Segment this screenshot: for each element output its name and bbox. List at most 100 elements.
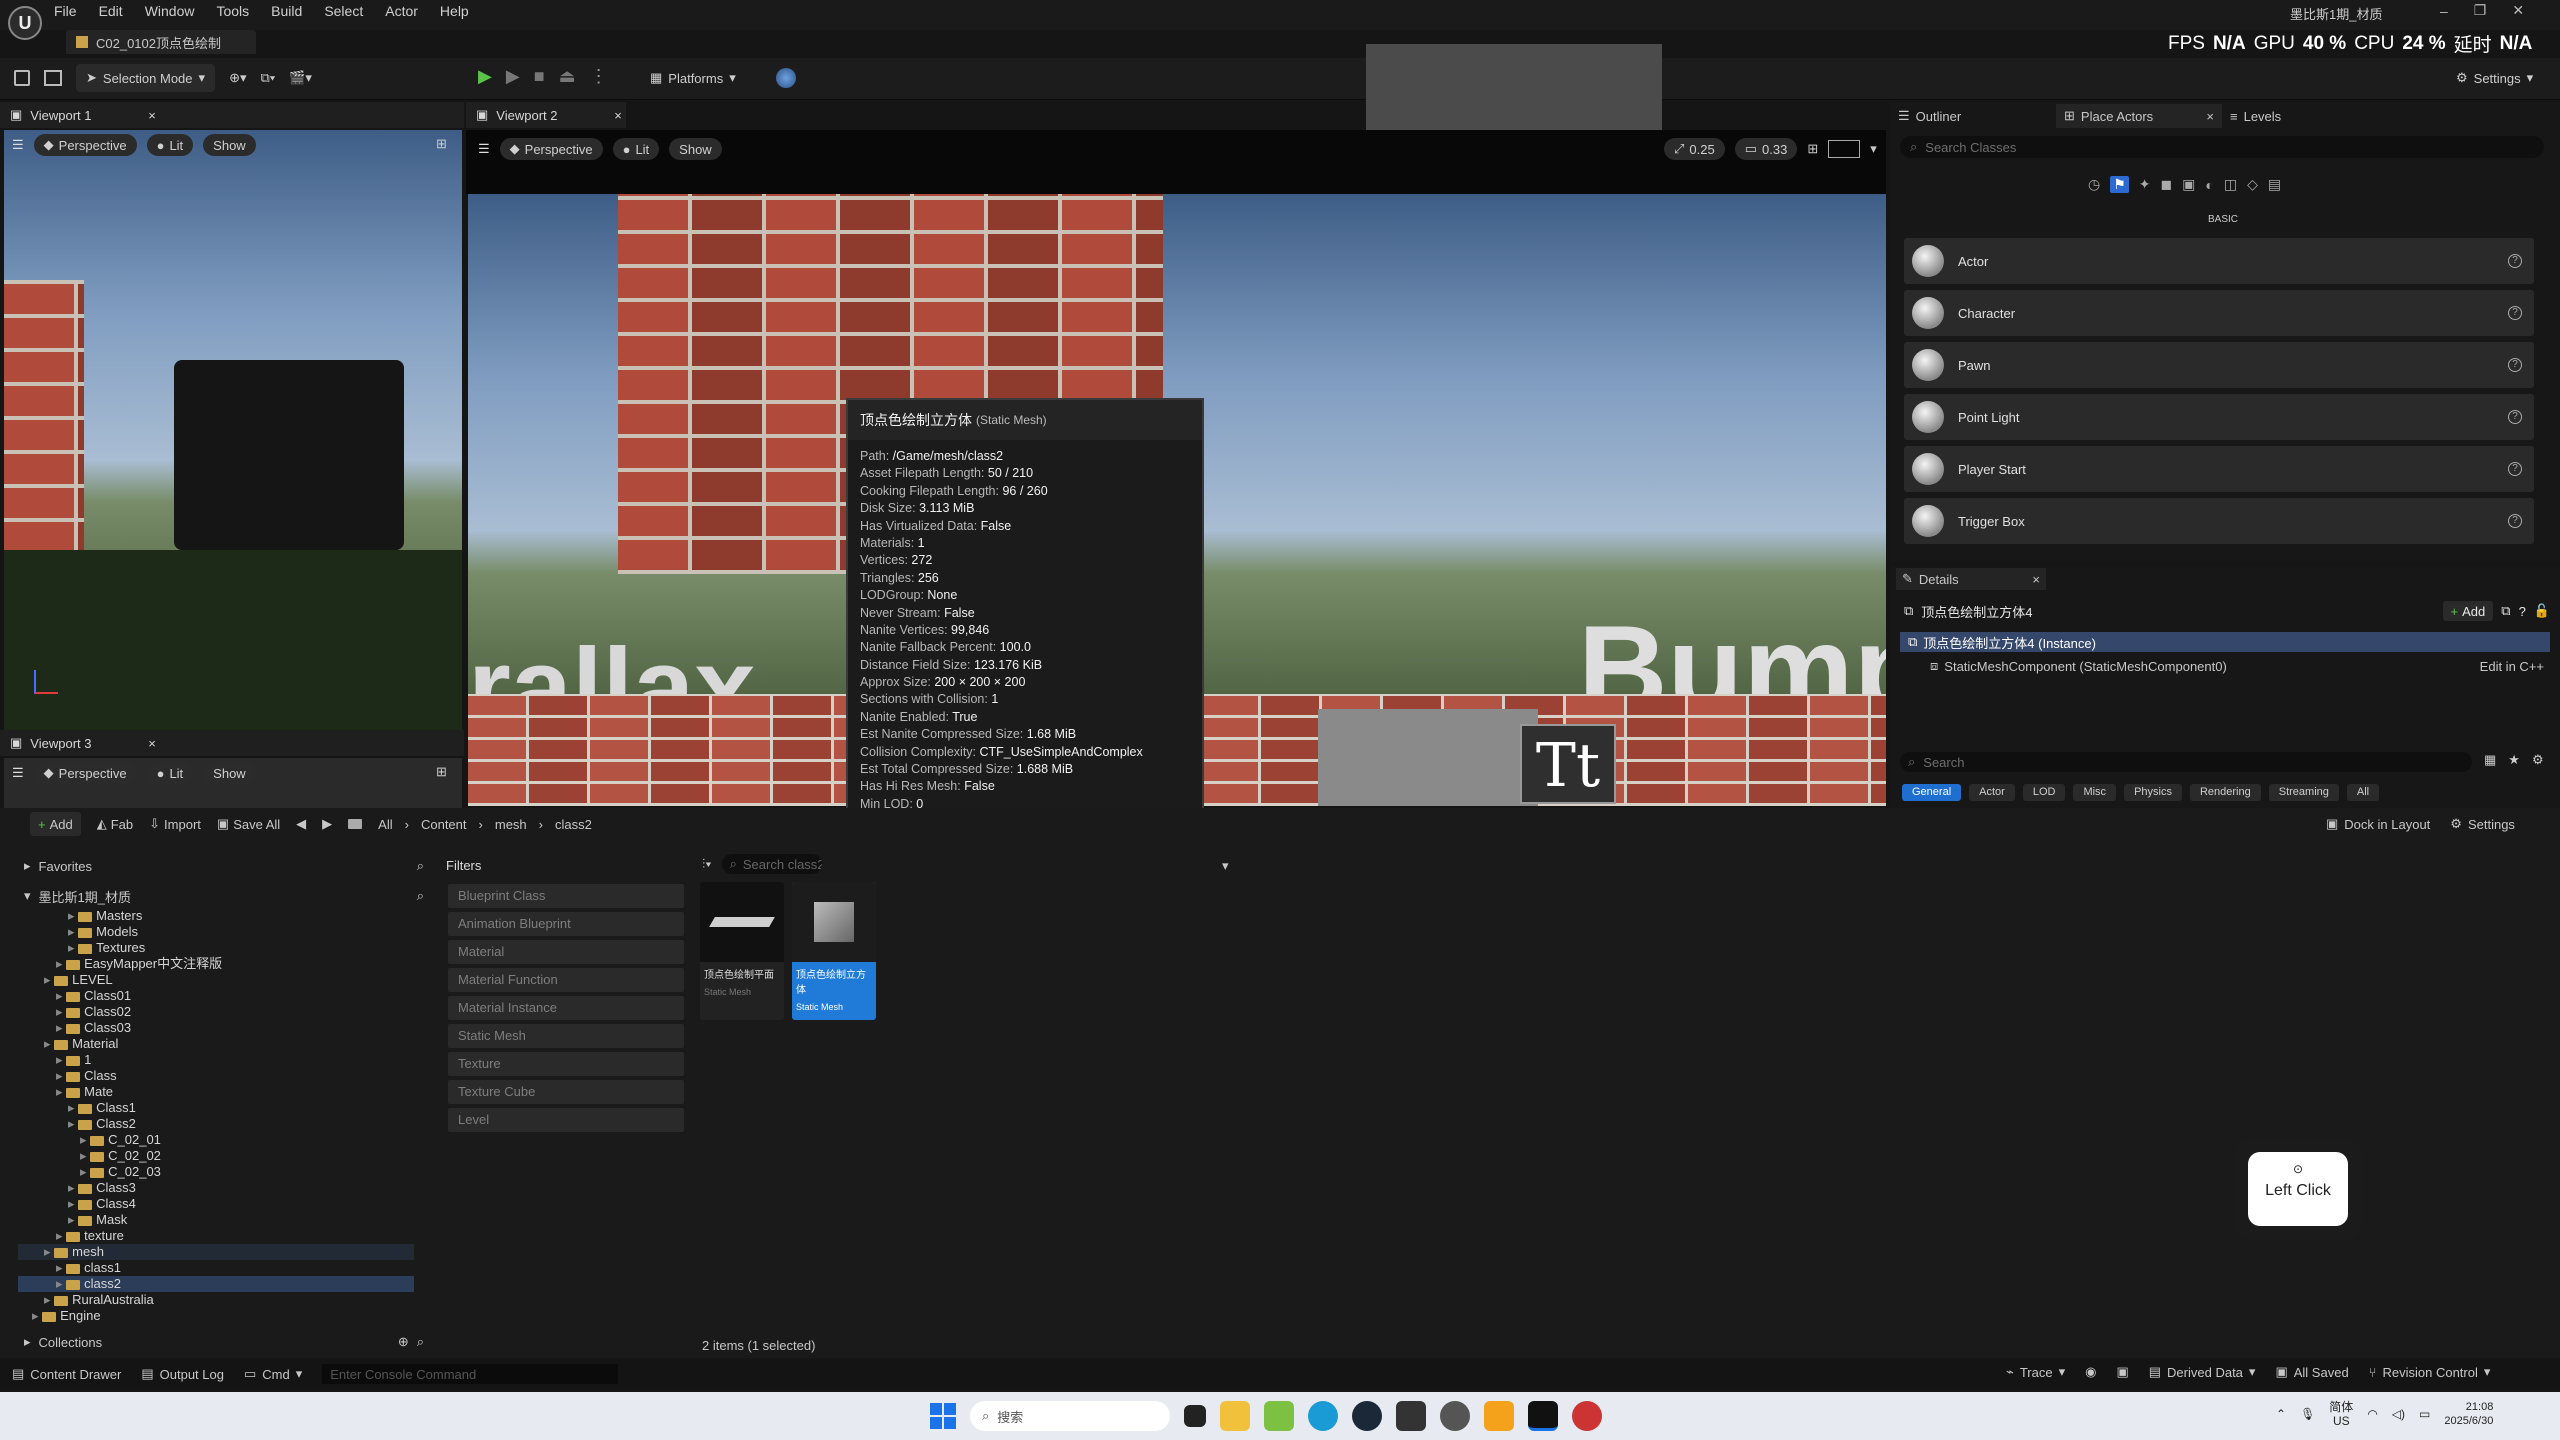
revision-control-button[interactable]: ⑂ Revision Control ▾ (2369, 1364, 2491, 1380)
chevron-right-icon[interactable]: ▸ (68, 1196, 78, 1211)
filter-item[interactable]: Material Function (448, 968, 684, 992)
chevron-right-icon[interactable]: ▸ (80, 1148, 90, 1163)
favorites-header[interactable]: ▸ Favorites ⌕ (24, 856, 424, 876)
scale-snap-button[interactable]: ⤢ 0.25 (1664, 138, 1725, 160)
menu-item[interactable]: Help (440, 3, 469, 19)
fab-button[interactable]: ◭ Fab (97, 816, 133, 832)
chevron-right-icon[interactable]: ▸ (44, 1036, 54, 1051)
root-folder-header[interactable]: ▾ 墨比斯1期_材质 ⌕ (24, 886, 424, 906)
language-indicator[interactable]: 简体 US (2329, 1400, 2353, 1428)
import-button[interactable]: ⇩ Import (149, 816, 201, 832)
mic-icon[interactable]: 🎙 (2300, 1407, 2315, 1421)
folder-tree-item[interactable]: ▸ LEVEL (18, 972, 414, 988)
menu-item[interactable]: Build (271, 3, 302, 19)
show-button[interactable]: Show (669, 138, 722, 160)
asset-tile-cube[interactable]: 顶点色绘制立方体 Static Mesh (792, 882, 876, 1020)
help-icon[interactable]: ? (2508, 306, 2522, 320)
menu-item[interactable]: Tools (216, 3, 249, 19)
cb-settings-button[interactable]: ⚙ Settings (2450, 816, 2515, 832)
lock-icon[interactable]: 🔓 (2534, 603, 2550, 619)
details-tab-physics[interactable]: Physics (2124, 784, 2182, 801)
lit-button[interactable]: ● Lit (146, 134, 194, 156)
blueprint-icon[interactable]: ⧉▾ (260, 70, 275, 86)
close-icon[interactable]: × (2206, 109, 2214, 124)
folder-tree-item[interactable]: ▸ Textures (18, 940, 414, 956)
help-icon[interactable]: ? (2508, 254, 2522, 268)
output-log-button[interactable]: ▤ Output Log (141, 1366, 224, 1382)
component-row[interactable]: ⧈ StaticMeshComponent (StaticMeshCompone… (1900, 656, 2550, 676)
search-icon[interactable]: ⌕ (417, 888, 424, 904)
help-icon[interactable]: ? (2508, 358, 2522, 372)
back-icon[interactable]: ◀ (296, 816, 306, 832)
chevron-right-icon[interactable]: ▸ (56, 1228, 66, 1243)
filter-item[interactable]: Texture Cube (448, 1080, 684, 1104)
clock[interactable]: 21:08 2025/6/30 (2444, 1400, 2493, 1428)
geometry-icon[interactable]: ◇ (2247, 176, 2258, 193)
chevron-right-icon[interactable]: ▸ (44, 972, 54, 987)
taskbar-search[interactable]: ⌕ 搜索 (970, 1401, 1170, 1431)
filter-item[interactable]: Texture (448, 1052, 684, 1076)
chevron-right-icon[interactable]: ▸ (56, 988, 66, 1003)
actor-row-trigger-box[interactable]: Trigger Box? (1904, 498, 2534, 544)
start-icon[interactable] (930, 1403, 956, 1429)
play-icon[interactable]: ▶ (478, 66, 492, 87)
folder-tree-item[interactable]: ▸ Material (18, 1036, 414, 1052)
blueprint-icon[interactable]: ⧉ (2501, 603, 2510, 619)
app3-icon[interactable] (1440, 1401, 1470, 1431)
folder-tree-item[interactable]: ▸ Class4 (18, 1196, 414, 1212)
hamburger-icon[interactable]: ☰ (12, 765, 24, 781)
platforms-button[interactable]: ▦ Platforms ▾ (640, 64, 746, 92)
edge-icon[interactable] (1308, 1401, 1338, 1431)
filter-item[interactable]: Blueprint Class (448, 884, 684, 908)
filter-icon[interactable]: ⫶▾ (702, 856, 712, 872)
folder-tree-item[interactable]: ▸ C_02_02 (18, 1148, 414, 1164)
chevron-right-icon[interactable]: ▸ (56, 1084, 66, 1099)
help-icon[interactable]: ? (2519, 604, 2526, 619)
folder-tree-item[interactable]: ▸ Class01 (18, 988, 414, 1004)
chevron-right-icon[interactable]: ▸ (44, 1244, 54, 1259)
step-icon[interactable]: ▶ (506, 66, 520, 87)
actor-row-player-start[interactable]: Player Start? (1904, 446, 2534, 492)
folder-tree-item[interactable]: ▸ Mask (18, 1212, 414, 1228)
details-tab-misc[interactable]: Misc (2073, 784, 2117, 801)
details-tab[interactable]: ✎ Details × (1896, 568, 2046, 590)
details-tab-general[interactable]: General (1902, 784, 1962, 801)
battery-icon[interactable]: ▭ (2419, 1407, 2430, 1421)
help-icon[interactable]: ? (2508, 514, 2522, 528)
folder-tree-item[interactable]: ▸ class1 (18, 1260, 414, 1276)
folder-tree-item[interactable]: ▸ Class03 (18, 1020, 414, 1036)
folder-tree-item[interactable]: ▸ 1 (18, 1052, 414, 1068)
breadcrumb-item[interactable]: mesh (495, 817, 527, 832)
lights-icon[interactable]: ✦ (2139, 176, 2151, 193)
perspective-button[interactable]: ◆ Perspective (33, 134, 137, 156)
filter-item[interactable]: Animation Blueprint (448, 912, 684, 936)
folder-tree-item[interactable]: ▸ Class1 (18, 1100, 414, 1116)
restore-icon[interactable]: ❐ (2474, 2, 2487, 19)
asset-tile-plane[interactable]: 顶点色绘制平面 Static Mesh (700, 882, 784, 1020)
details-tab-rendering[interactable]: Rendering (2189, 784, 2261, 801)
browse-icon[interactable] (44, 70, 62, 86)
details-search-field[interactable]: ⌕ Search (1900, 752, 2472, 772)
layout-icon[interactable]: ⊞ (436, 136, 447, 152)
maximize-icon[interactable]: ⊞ (1807, 141, 1818, 157)
chevron-right-icon[interactable]: ▸ (44, 1292, 54, 1307)
folder-tree-item[interactable]: ▸ C_02_03 (18, 1164, 414, 1180)
unreal-logo[interactable]: U (8, 6, 42, 40)
trace-button[interactable]: ⌁ Trace ▾ (2006, 1364, 2065, 1380)
menu-item[interactable]: Actor (385, 3, 418, 19)
app4-icon[interactable] (1484, 1401, 1514, 1431)
chevron-right-icon[interactable]: ▸ (32, 1308, 42, 1323)
record-icon[interactable]: ◉ (2085, 1364, 2096, 1380)
close-icon[interactable]: × (2032, 572, 2040, 587)
show-button[interactable]: Show (203, 762, 256, 784)
more-icon[interactable]: ⋮ (590, 66, 608, 87)
breadcrumb-item[interactable]: class2 (555, 817, 592, 832)
content-drawer-button[interactable]: ▤ Content Drawer (12, 1366, 121, 1382)
close-icon[interactable]: × (148, 736, 156, 751)
perspective-button[interactable]: ◆ Perspective (499, 138, 603, 160)
chevron-right-icon[interactable]: ▸ (68, 1180, 78, 1195)
shapes-icon[interactable]: ◼ (2161, 176, 2173, 193)
help-icon[interactable]: ? (2508, 410, 2522, 424)
asset-search-field[interactable]: ⌕ Search class2 (721, 854, 822, 874)
folder-tree-item[interactable]: ▸ Masters (18, 908, 414, 924)
